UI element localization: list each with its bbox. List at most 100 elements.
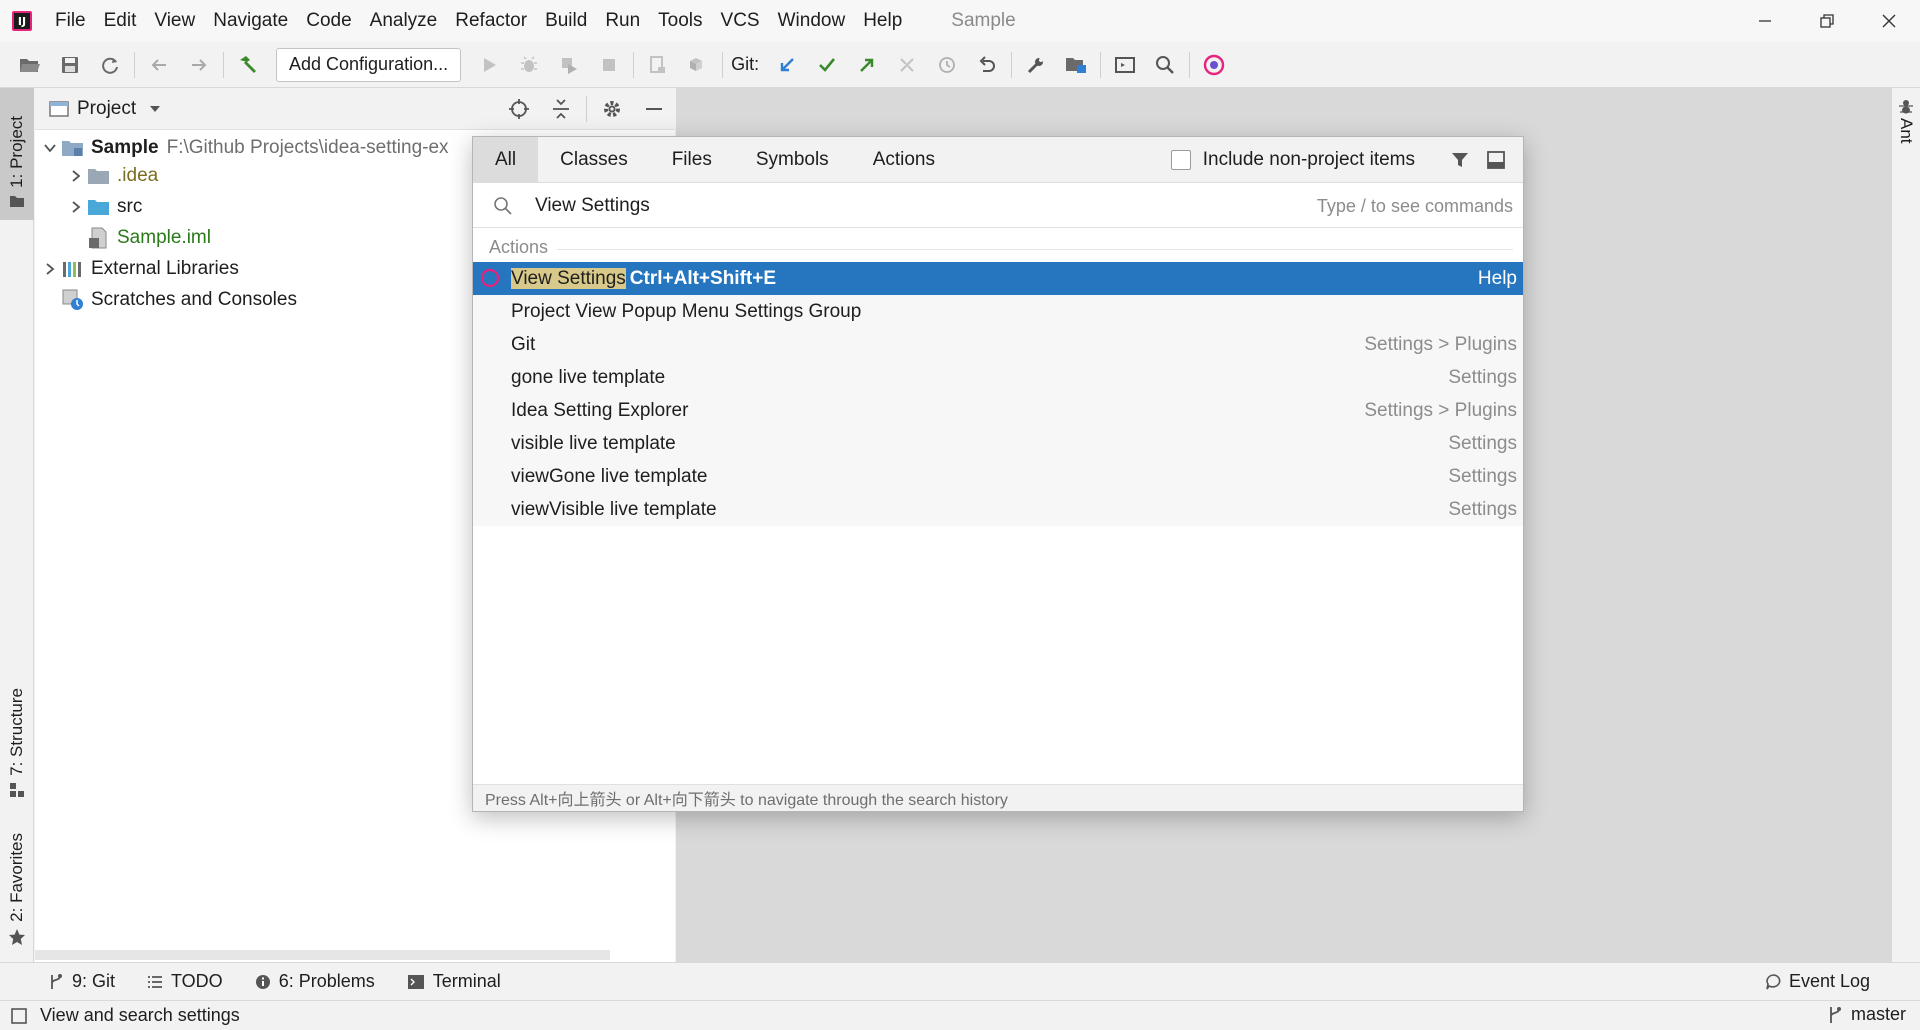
tool-tab-structure[interactable]: 7: Structure xyxy=(0,658,34,808)
menu-navigate[interactable]: Navigate xyxy=(204,10,297,32)
result-location: Settings xyxy=(1448,498,1517,520)
chevron-down-icon[interactable] xyxy=(39,143,61,153)
toolbar-separator xyxy=(223,51,224,78)
tool-button-git[interactable]: 9: Git xyxy=(48,971,115,992)
result-item[interactable]: visible live template Settings xyxy=(473,427,1523,460)
result-item[interactable]: Project View Popup Menu Settings Group xyxy=(473,295,1523,328)
tree-item-iml[interactable]: Sample.iml xyxy=(87,223,211,253)
project-panel-title[interactable]: Project xyxy=(77,98,136,120)
back-arrow-icon[interactable] xyxy=(139,45,179,85)
result-item-selected[interactable]: View Settings Ctrl+Alt+Shift+E Help xyxy=(473,262,1523,295)
tab-symbols[interactable]: Symbols xyxy=(734,137,851,183)
result-item[interactable]: Idea Setting Explorer Settings > Plugins xyxy=(473,394,1523,427)
plugin-logo-icon[interactable] xyxy=(1194,45,1234,85)
tab-all[interactable]: All xyxy=(473,136,539,183)
result-name-highlight: View Settings xyxy=(511,267,626,289)
result-item[interactable]: viewVisible live template Settings xyxy=(473,493,1523,526)
sync-icon[interactable] xyxy=(90,45,130,85)
run-icon[interactable] xyxy=(469,45,509,85)
toolbar-separator xyxy=(586,96,587,122)
tool-button-todo-label: TODO xyxy=(171,971,223,991)
menu-tools[interactable]: Tools xyxy=(649,10,711,32)
history-clock-icon[interactable] xyxy=(927,45,967,85)
menubar: IJ File Edit View Navigate Code Analyze … xyxy=(0,0,1920,42)
menu-vcs[interactable]: VCS xyxy=(712,10,769,32)
results-group-label: Actions xyxy=(489,237,549,257)
horizontal-scrollbar[interactable] xyxy=(35,950,610,960)
collapse-all-icon[interactable] xyxy=(540,88,582,130)
open-in-tool-window-icon[interactable] xyxy=(1481,145,1511,175)
tool-button-todo[interactable]: TODO xyxy=(147,971,223,992)
hide-panel-icon[interactable] xyxy=(633,88,675,130)
chevron-right-icon[interactable] xyxy=(65,200,87,214)
menu-window[interactable]: Window xyxy=(769,10,855,32)
restore-icon[interactable] xyxy=(1796,0,1858,42)
git-merge-icon[interactable] xyxy=(887,45,927,85)
include-non-project-option[interactable]: Include non-project items xyxy=(1170,149,1415,171)
menu-edit[interactable]: Edit xyxy=(95,10,146,32)
build-hammer-icon[interactable] xyxy=(228,45,268,85)
toggle-tool-windows-icon[interactable] xyxy=(10,1007,28,1025)
filter-icon[interactable] xyxy=(1445,145,1475,175)
tool-button-terminal[interactable]: Terminal xyxy=(407,971,501,992)
tool-button-event-log[interactable]: Event Log xyxy=(1765,971,1870,992)
git-update-icon[interactable] xyxy=(767,45,807,85)
project-structure-icon[interactable] xyxy=(1056,45,1096,85)
tool-button-problems[interactable]: 6: Problems xyxy=(255,971,375,992)
tab-files[interactable]: Files xyxy=(650,137,734,183)
locate-icon[interactable] xyxy=(498,88,540,130)
git-push-icon[interactable] xyxy=(847,45,887,85)
gear-icon[interactable] xyxy=(591,88,633,130)
chevron-right-icon[interactable] xyxy=(65,169,87,183)
menu-code[interactable]: Code xyxy=(297,10,360,32)
tool-tab-ant[interactable]: Ant xyxy=(1892,98,1920,144)
speech-bubble-icon xyxy=(1766,973,1781,989)
forward-arrow-icon[interactable] xyxy=(179,45,219,85)
chevron-down-icon[interactable] xyxy=(148,104,162,114)
git-commit-icon[interactable] xyxy=(807,45,847,85)
settings-wrench-icon[interactable] xyxy=(1016,45,1056,85)
result-name: visible live template xyxy=(511,432,676,454)
deploy-icon[interactable] xyxy=(678,45,718,85)
tool-tab-project[interactable]: 1: Project xyxy=(0,88,34,220)
tab-actions[interactable]: Actions xyxy=(851,137,957,183)
include-non-project-checkbox[interactable] xyxy=(1170,150,1191,170)
coverage-icon[interactable] xyxy=(549,45,589,85)
tree-root-sample[interactable]: Sample F:\Github Projects\idea-setting-e… xyxy=(39,133,449,163)
result-item[interactable]: viewGone live template Settings xyxy=(473,460,1523,493)
rollback-icon[interactable] xyxy=(967,45,1007,85)
add-configuration-button[interactable]: Add Configuration... xyxy=(276,47,462,82)
tree-item-scratches[interactable]: Scratches and Consoles xyxy=(61,285,297,315)
menu-analyze[interactable]: Analyze xyxy=(361,10,447,32)
toolbar-separator xyxy=(134,51,135,78)
search-input[interactable] xyxy=(535,192,1235,220)
tool-button-problems-label: 6: Problems xyxy=(278,971,375,991)
menu-file[interactable]: File xyxy=(46,10,95,32)
module-folder-icon xyxy=(61,137,85,159)
menu-view[interactable]: View xyxy=(145,10,204,32)
menu-help[interactable]: Help xyxy=(854,10,911,32)
minimize-icon[interactable] xyxy=(1734,0,1796,42)
tree-item-external-libraries[interactable]: External Libraries xyxy=(39,254,239,284)
tree-item-idea[interactable]: .idea xyxy=(65,161,158,191)
git-branch-widget[interactable]: master xyxy=(1827,1004,1906,1025)
result-item[interactable]: gone live template Settings xyxy=(473,361,1523,394)
chevron-right-icon[interactable] xyxy=(39,262,61,276)
tree-item-src[interactable]: src xyxy=(65,192,142,222)
stop-icon[interactable] xyxy=(589,45,629,85)
tab-classes[interactable]: Classes xyxy=(538,137,650,183)
result-item[interactable]: Git Settings > Plugins xyxy=(473,328,1523,361)
search-icon[interactable] xyxy=(1145,45,1185,85)
folder-icon xyxy=(87,165,111,187)
debug-icon[interactable] xyxy=(509,45,549,85)
menu-refactor[interactable]: Refactor xyxy=(446,10,536,32)
menu-build[interactable]: Build xyxy=(536,10,596,32)
close-window-icon[interactable] xyxy=(1858,0,1920,42)
attach-debugger-icon[interactable] xyxy=(638,45,678,85)
save-all-icon[interactable] xyxy=(50,45,90,85)
menu-run[interactable]: Run xyxy=(596,10,649,32)
result-location: Settings > Plugins xyxy=(1364,333,1517,355)
tool-tab-favorites[interactable]: 2: Favorites xyxy=(0,816,34,956)
open-folder-icon[interactable] xyxy=(10,45,50,85)
presentation-icon[interactable] xyxy=(1105,45,1145,85)
